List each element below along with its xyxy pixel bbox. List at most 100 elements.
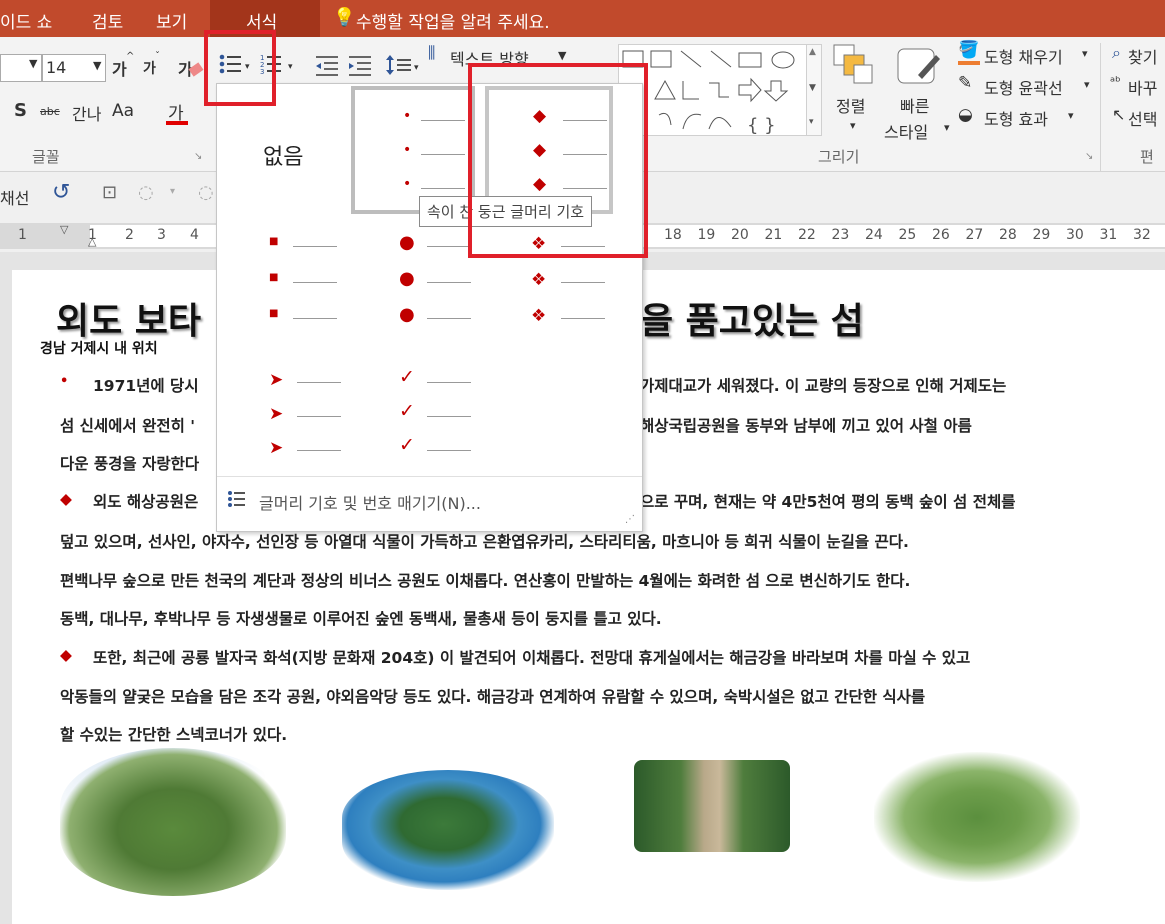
shape-outline-button[interactable]: 도형 윤곽선 xyxy=(984,75,1063,99)
line-spacing-button[interactable]: ▾ xyxy=(384,51,424,79)
text-shadow-button[interactable]: S xyxy=(14,100,27,121)
bullet-option-round[interactable]: ● ● ● xyxy=(351,224,478,344)
chevron-down-icon: ▼ xyxy=(29,57,38,70)
line-spacing-icon: ▾ xyxy=(386,55,419,75)
decrease-indent-button[interactable] xyxy=(312,51,344,79)
ruler-tick: 31 xyxy=(1099,227,1118,243)
ruler-tick: 26 xyxy=(932,227,950,243)
find-button[interactable]: 찾기 xyxy=(1128,44,1157,68)
ruler-tick: 20 xyxy=(731,227,749,243)
font-color-swatch xyxy=(166,121,188,125)
ruler-tick: 21 xyxy=(764,227,783,243)
bullets-numbering-label: 글머리 기호 및 번호 매기기(N)... xyxy=(259,494,481,513)
p3-line3: 할 수있는 간단한 스넥코너가 있다. xyxy=(60,726,288,744)
bullet-option-square[interactable]: ■ ■ ■ xyxy=(225,224,352,344)
change-case-button[interactable]: Aa xyxy=(112,101,134,121)
font-name-dropdown[interactable]: ▼ xyxy=(0,54,42,82)
shape-effects-button[interactable]: 도형 효과 xyxy=(984,106,1048,130)
select-button[interactable]: 선택 xyxy=(1128,106,1157,130)
pencil-icon: ✎ xyxy=(958,73,973,93)
highlight-bullets-button xyxy=(204,30,276,106)
none-label: 없음 xyxy=(263,145,304,170)
font-size-dropdown[interactable]: 14 ▼ xyxy=(42,54,106,82)
chevron-down-icon: ▾ xyxy=(1068,109,1074,122)
ruler-tick: 29 xyxy=(1032,227,1051,243)
qat-label: 채선 xyxy=(0,189,30,208)
replace-button[interactable]: 바꾸 xyxy=(1128,75,1157,99)
presentation-icon[interactable]: ⊡ xyxy=(102,182,117,203)
more-icon[interactable]: ◌ xyxy=(198,182,214,203)
p1-line2-left: 섬 신세에서 완전히 ' xyxy=(60,417,196,435)
p1-line2-right: 해상국립공원을 동부와 남부에 끼고 있어 사철 아름 xyxy=(640,417,972,435)
grow-font-button[interactable]: 가 xyxy=(112,56,127,80)
redo-icon[interactable]: ↺ xyxy=(52,180,70,205)
photo-island-garden[interactable] xyxy=(60,748,286,896)
p2-line2: 덮고 있으며, 선사인, 야자수, 선인장 등 아열대 식물이 가득하고 은환엽… xyxy=(60,533,909,551)
chevron-down-icon: ▼ xyxy=(558,49,567,62)
bullets-and-numbering-menu-item[interactable]: 글머리 기호 및 번호 매기기(N)... xyxy=(223,484,633,516)
photo-garden-aerial[interactable] xyxy=(874,752,1080,882)
paint-bucket-icon: 🪣 xyxy=(958,40,980,60)
ruler-tick: 25 xyxy=(898,227,917,243)
slide-subtitle: 경남 거제시 내 위치 xyxy=(40,341,158,357)
shape-fill-button[interactable]: 도형 채우기 xyxy=(984,44,1063,68)
shapes-icon[interactable]: ◌ xyxy=(138,182,154,203)
bullet-option-check[interactable]: ✓ ✓ ✓ xyxy=(351,356,478,476)
arrange-icon xyxy=(832,43,876,87)
font-group-label: 글꼴 xyxy=(32,148,60,166)
bullet-option-arrow[interactable]: ➤ ➤ ➤ xyxy=(225,356,352,476)
ruler-tick: 23 xyxy=(831,227,850,243)
svg-text:▾: ▾ xyxy=(288,62,293,72)
strikethrough-button[interactable]: abc xyxy=(40,105,60,118)
quick-styles-button[interactable]: 스타일 xyxy=(884,119,928,143)
tab-slideshow[interactable]: 이드 쇼 xyxy=(0,8,52,33)
shrink-font-button[interactable]: 가 xyxy=(143,58,156,78)
bullet-list-icon xyxy=(228,491,245,507)
ruler-tick: 27 xyxy=(965,227,984,243)
p3-line1: 또한, 최근에 공룡 발자국 화석(지방 문화재 204호) 이 발견되어 이채… xyxy=(93,649,971,667)
dialog-launcher-icon[interactable]: ↘ xyxy=(1085,151,1093,162)
outdent-icon xyxy=(316,56,338,76)
tab-view[interactable]: 보기 xyxy=(156,8,187,33)
effects-icon: ◒ xyxy=(958,105,973,125)
draw-group-label: 그리기 xyxy=(818,148,860,166)
ruler-tick: 24 xyxy=(865,227,883,243)
bullet-option-none[interactable]: 없음 xyxy=(225,92,352,212)
lightbulb-icon: 💡 xyxy=(333,7,356,28)
bullet-option-small-dot[interactable]: • • • xyxy=(351,86,475,214)
chevron-down-icon: ▾ xyxy=(1082,47,1088,60)
tab-review[interactable]: 검토 xyxy=(92,8,123,33)
caret-down-small-icon: ˇ xyxy=(155,51,160,62)
ribbon-tab-bar: 이드 쇼 검토 보기 서식 💡 수행할 작업을 알려 주세요. xyxy=(0,0,1165,37)
svg-text:▾: ▾ xyxy=(414,63,419,73)
resize-grip-icon[interactable]: ⋰ xyxy=(625,514,635,525)
shapes-gallery-scroll[interactable]: ▲ ▼ ▾ xyxy=(806,44,822,136)
tell-me-box[interactable]: 수행할 작업을 알려 주세요. xyxy=(356,8,550,33)
brace-glyphs: { } xyxy=(747,115,776,135)
bullet-diamond: ◆ xyxy=(60,490,72,508)
dialog-launcher-icon[interactable]: ↘ xyxy=(194,151,202,162)
quick-styles-icon xyxy=(896,45,942,89)
increase-indent-button[interactable] xyxy=(345,51,377,79)
p1-line1-left: 1971년에 당시 xyxy=(93,377,199,395)
indent-icon xyxy=(349,56,371,76)
p1-line1-right: 가제대교가 세워졌다. 이 교량의 등장으로 인해 거제도는 xyxy=(640,377,1007,395)
font-size-value: 14 xyxy=(46,58,67,77)
group-divider xyxy=(1100,43,1101,171)
photo-island-aerial[interactable] xyxy=(342,770,554,890)
photo-stair-path[interactable] xyxy=(634,760,790,852)
quick-styles-label-1[interactable]: 빠른 xyxy=(900,93,929,117)
char-spacing-button[interactable]: 간나 xyxy=(72,101,101,125)
p2-line3: 편백나무 숲으로 만든 천국의 계단과 정상의 비너스 공원도 이채롭다. 연산… xyxy=(60,572,911,590)
indent-marker-icon[interactable]: ▽ xyxy=(60,223,68,236)
cursor-icon: ↖ xyxy=(1112,105,1126,124)
hanging-indent-icon[interactable]: △ xyxy=(88,235,96,248)
bullet-dot: • xyxy=(60,374,69,389)
arrange-button[interactable]: 정렬 xyxy=(836,93,865,117)
edit-group-label: 편 xyxy=(1140,148,1154,166)
search-icon: ⌕ xyxy=(1112,43,1121,62)
slide-title-left: 외도 보타 xyxy=(56,301,202,342)
p2-line1-right: 으로 꾸며, 현재는 약 4만5천여 평의 동백 숲이 섬 전체를 xyxy=(640,493,1016,511)
highlight-diamond-option xyxy=(468,63,648,258)
chevron-down-icon: ▾ xyxy=(944,121,950,134)
